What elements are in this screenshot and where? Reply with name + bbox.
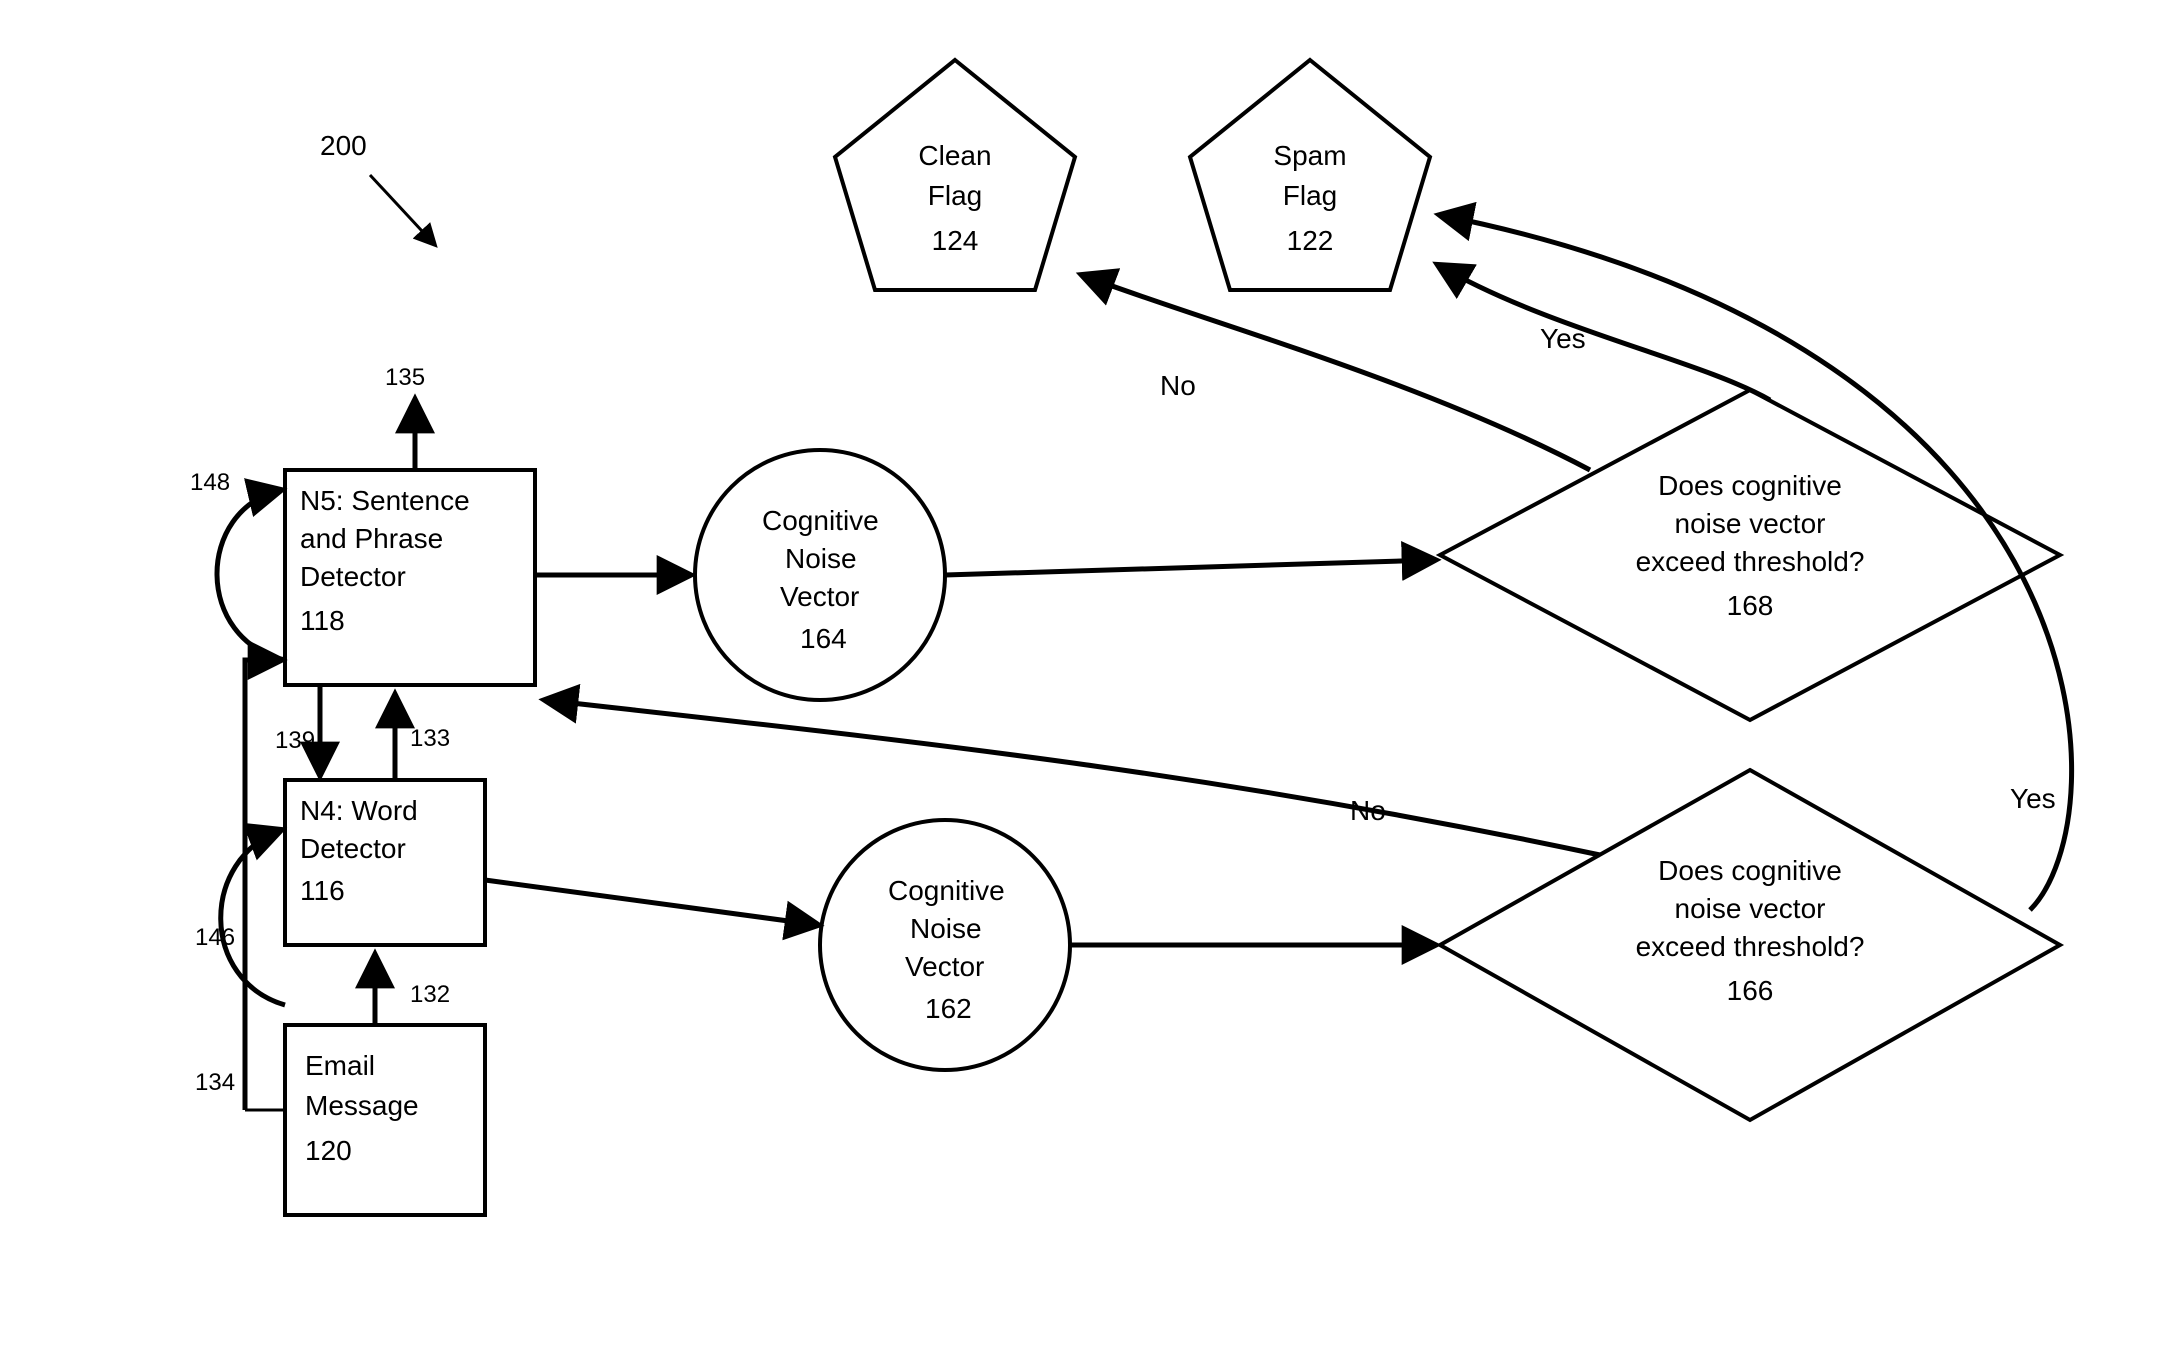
edge-n4-cnv162: [485, 880, 818, 925]
clean-line2: Flag: [928, 180, 982, 211]
decision-threshold-166: Does cognitive noise vector exceed thres…: [1440, 770, 2060, 1120]
edge-dec168-yes-spam: [1438, 265, 1770, 400]
n4-num: 116: [300, 875, 345, 906]
label-133: 133: [410, 725, 450, 752]
label-139: 139: [275, 727, 315, 754]
dec166-num: 166: [1727, 975, 1774, 1006]
spam-num: 122: [1287, 225, 1334, 256]
clean-line1: Clean: [918, 140, 991, 171]
edge-146: [221, 830, 285, 1005]
cognitive-noise-vector-164: Cognitive Noise Vector 164: [695, 450, 945, 700]
figure-ref-label: 200: [320, 130, 367, 161]
dec168-line3: exceed threshold?: [1636, 546, 1865, 577]
dec166-line3: exceed threshold?: [1636, 931, 1865, 962]
cnv162-line1: Cognitive: [888, 875, 1005, 906]
spam-flag-pentagon: Spam Flag 122: [1190, 60, 1430, 290]
edge-dec166-no-n5: [545, 700, 1600, 855]
label-134: 134: [195, 1069, 235, 1096]
n5-num: 118: [300, 605, 345, 636]
label-135: 135: [385, 364, 425, 391]
figure-ref: 200: [320, 130, 435, 245]
label-no-166: No: [1350, 795, 1386, 826]
diagram-canvas: 200 Email Message 120 N4: Word Detector …: [0, 0, 2184, 1340]
edge-cnv164-dec168: [945, 560, 1435, 575]
cnv162-line3: Vector: [905, 951, 984, 982]
n5-line3: Detector: [300, 561, 406, 592]
cnv164-line2: Noise: [785, 543, 857, 574]
clean-num: 124: [932, 225, 979, 256]
clean-flag-pentagon: Clean Flag 124: [835, 60, 1075, 290]
edge-148: [217, 490, 285, 660]
n4-word-detector-box: N4: Word Detector 116: [285, 780, 485, 945]
label-yes-166: Yes: [2010, 783, 2056, 814]
n5-sentence-phrase-detector-box: N5: Sentence and Phrase Detector 118: [285, 470, 535, 685]
cnv164-num: 164: [800, 623, 847, 654]
email-message-box: Email Message 120: [285, 1025, 485, 1215]
label-146: 146: [195, 924, 235, 951]
label-yes-168: Yes: [1540, 323, 1586, 354]
dec168-line2: noise vector: [1675, 508, 1826, 539]
email-num: 120: [305, 1135, 352, 1166]
label-132: 132: [410, 981, 450, 1008]
n5-line1: N5: Sentence: [300, 485, 470, 516]
dec168-line1: Does cognitive: [1658, 470, 1842, 501]
cognitive-noise-vector-162: Cognitive Noise Vector 162: [820, 820, 1070, 1070]
dec166-line2: noise vector: [1675, 893, 1826, 924]
dec168-num: 168: [1727, 590, 1774, 621]
dec166-line1: Does cognitive: [1658, 855, 1842, 886]
n4-line2: Detector: [300, 833, 406, 864]
cnv162-line2: Noise: [910, 913, 982, 944]
email-line2: Message: [305, 1090, 419, 1121]
cnv164-line3: Vector: [780, 581, 859, 612]
n5-line2: and Phrase: [300, 523, 443, 554]
cnv162-num: 162: [925, 993, 972, 1024]
label-148: 148: [190, 469, 230, 496]
spam-line2: Flag: [1283, 180, 1337, 211]
spam-line1: Spam: [1273, 140, 1346, 171]
cnv164-line1: Cognitive: [762, 505, 879, 536]
n4-line1: N4: Word: [300, 795, 418, 826]
email-line1: Email: [305, 1050, 375, 1081]
label-no-168: No: [1160, 370, 1196, 401]
